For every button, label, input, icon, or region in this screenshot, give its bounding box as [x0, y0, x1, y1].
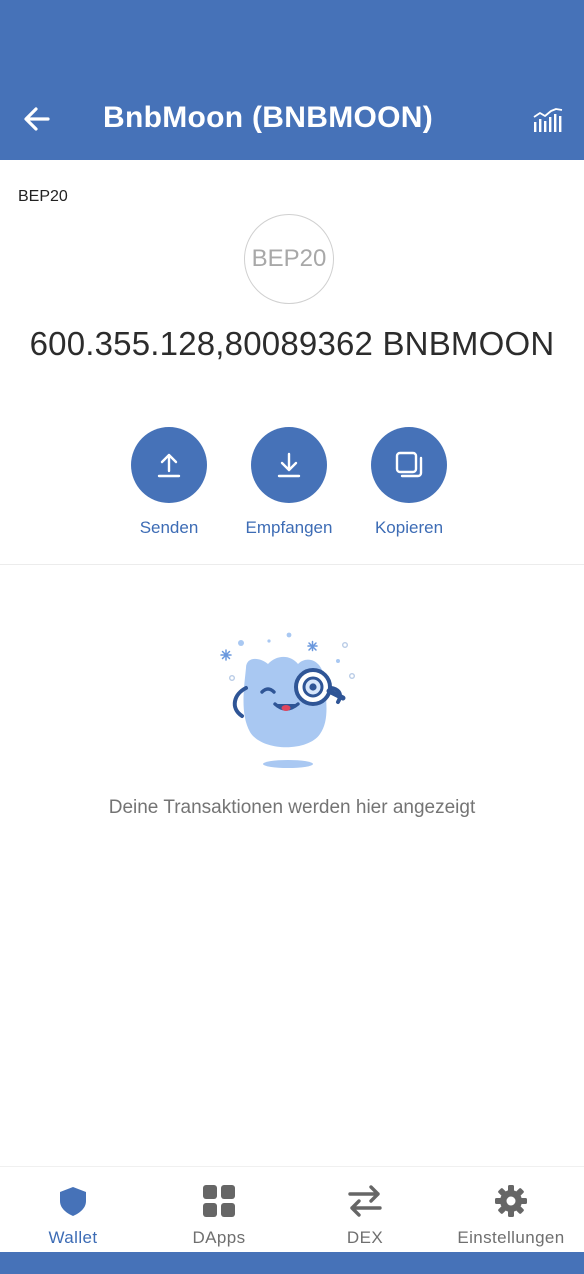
- network-tag: BEP20: [18, 188, 68, 205]
- grid-icon: [203, 1185, 235, 1217]
- nav-label-dapps: DApps: [192, 1228, 246, 1247]
- back-button[interactable]: [18, 100, 56, 138]
- upload-icon: [157, 453, 181, 478]
- token-logo-text: BEP20: [251, 245, 327, 272]
- nav-item-wallet[interactable]: Wallet: [0, 1167, 146, 1252]
- token-logo: BEP20: [244, 214, 334, 304]
- magnifier-mascot-illustration: [220, 632, 355, 768]
- nav-label-wallet: Wallet: [48, 1228, 98, 1247]
- send-button[interactable]: Senden: [109, 427, 229, 538]
- download-icon: [277, 452, 301, 478]
- copy-button[interactable]: Kopieren: [349, 427, 469, 538]
- bar-chart-icon: [533, 108, 563, 132]
- nav-label-settings: Einstellungen: [457, 1228, 565, 1247]
- empty-state-message: Deine Transaktionen werden hier angezeig…: [108, 797, 476, 818]
- price-chart-button[interactable]: [530, 102, 566, 138]
- bottom-navigation: Wallet DApps DEX Einstellungen: [0, 1166, 584, 1252]
- copy-circle[interactable]: [371, 427, 447, 503]
- copy-label[interactable]: Kopieren: [375, 518, 443, 538]
- app-header: BnbMoon (BNBMOON): [0, 0, 584, 160]
- nav-label-dex: DEX: [346, 1228, 384, 1247]
- receive-label[interactable]: Empfangen: [246, 518, 333, 538]
- gear-icon: [495, 1185, 527, 1217]
- nav-item-settings[interactable]: Einstellungen: [438, 1167, 584, 1252]
- arrow-left-icon: [24, 107, 50, 131]
- swap-arrows-icon: [348, 1185, 382, 1217]
- section-divider: [0, 564, 584, 565]
- page-title: BnbMoon (BNBMOON): [103, 101, 434, 134]
- nav-item-dex[interactable]: DEX: [292, 1167, 438, 1252]
- receive-circle[interactable]: [251, 427, 327, 503]
- token-balance: 600.355.128,80089362 BNBMOON: [29, 325, 555, 362]
- receive-button[interactable]: Empfangen: [229, 427, 349, 538]
- copy-icon: [395, 451, 423, 478]
- nav-item-dapps[interactable]: DApps: [146, 1167, 292, 1252]
- system-navigation-bar: [0, 1252, 584, 1274]
- shield-icon: [60, 1187, 86, 1216]
- send-circle[interactable]: [131, 427, 207, 503]
- send-label[interactable]: Senden: [140, 518, 199, 538]
